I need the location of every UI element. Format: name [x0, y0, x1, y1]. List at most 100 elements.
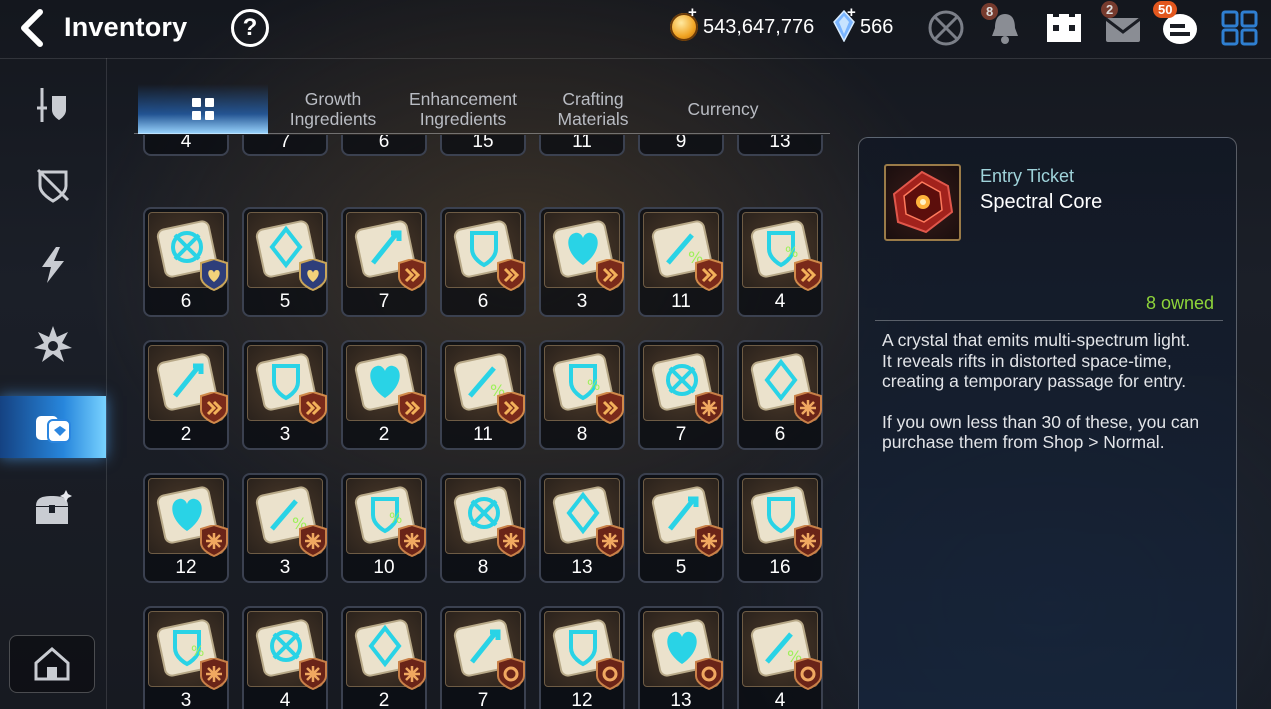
selected-item-image: [884, 164, 961, 241]
item-count: 11: [572, 135, 592, 152]
grade-badge-icon: [596, 525, 624, 557]
grade-badge-icon: [695, 658, 723, 690]
inventory-slot[interactable]: 4: [143, 135, 229, 156]
item-detail-panel: Entry Ticket Spectral Core 8 owned A cry…: [858, 137, 1237, 709]
inventory-slot[interactable]: 6: [737, 340, 823, 450]
inventory-slot[interactable]: % 4: [737, 606, 823, 709]
inventory-slot[interactable]: 13: [737, 135, 823, 156]
inventory-slot[interactable]: 8: [440, 473, 526, 583]
main-menu-button[interactable]: [1220, 8, 1262, 48]
grade-badge-icon: [398, 658, 426, 690]
inventory-slot[interactable]: 5: [638, 473, 724, 583]
inventory-slot[interactable]: % 10: [341, 473, 427, 583]
item-count: 16: [769, 557, 791, 578]
inventory-slot[interactable]: 16: [737, 473, 823, 583]
top-bar: Inventory ? + 543,647,776 + 566 8 2 50: [0, 0, 1271, 58]
mail-button[interactable]: 2: [1101, 1, 1144, 48]
sidebar-item-equipment[interactable]: [0, 74, 106, 136]
grade-badge-icon: [200, 525, 228, 557]
chat-button[interactable]: 50: [1153, 1, 1202, 48]
item-count: 3: [279, 424, 291, 445]
inventory-slot[interactable]: 15: [440, 135, 526, 156]
detail-divider: [875, 320, 1223, 321]
notification-button[interactable]: 8: [981, 3, 1026, 48]
grade-badge-icon: [794, 525, 822, 557]
inventory-slot[interactable]: % 11: [638, 207, 724, 317]
sidebar-item-materials[interactable]: [0, 396, 106, 458]
inventory-slot[interactable]: 7: [440, 606, 526, 709]
page-title: Inventory: [64, 12, 188, 42]
item-count: 3: [279, 557, 291, 578]
inventory-slot[interactable]: 2: [143, 340, 229, 450]
sidebar-item-skills[interactable]: [0, 234, 106, 296]
chat-badge: 50: [1153, 1, 1178, 18]
grade-badge-icon: [695, 392, 723, 424]
sidebar-item-chests[interactable]: [0, 478, 106, 540]
item-count: 6: [180, 291, 192, 312]
grade-badge-icon: [497, 525, 525, 557]
inventory-slot[interactable]: 6: [341, 135, 427, 156]
item-count: 11: [671, 291, 691, 312]
inventory-slot[interactable]: 6: [440, 207, 526, 317]
tab-crafting-materials[interactable]: Crafting Materials: [528, 84, 658, 134]
tab-currency[interactable]: Currency: [658, 84, 788, 134]
grade-badge-icon: [596, 658, 624, 690]
add-gem-icon[interactable]: +: [847, 4, 856, 21]
back-button[interactable]: [14, 8, 54, 48]
inventory-slot[interactable]: 2: [341, 606, 427, 709]
inventory-slot[interactable]: 7: [638, 340, 724, 450]
item-count: 4: [774, 690, 786, 709]
inventory-slot[interactable]: 5: [242, 207, 328, 317]
sidebar-divider: [106, 58, 107, 709]
guild-button[interactable]: [1043, 8, 1085, 48]
inventory-slot[interactable]: 11: [539, 135, 625, 156]
combat-toggle-button[interactable]: [925, 8, 967, 48]
inventory-slot[interactable]: 2: [341, 340, 427, 450]
inventory-slot[interactable]: 4: [242, 606, 328, 709]
inventory-slot[interactable]: % 8: [539, 340, 625, 450]
inventory-slot[interactable]: % 3: [143, 606, 229, 709]
castle-icon: [1047, 14, 1081, 42]
inventory-slot[interactable]: 3: [242, 340, 328, 450]
inventory-slot[interactable]: 9: [638, 135, 724, 156]
sidebar-item-artifacts[interactable]: [0, 154, 106, 216]
item-count: 2: [378, 690, 390, 709]
grade-badge-icon: [794, 658, 822, 690]
grid-icon: [192, 98, 214, 120]
grade-badge-icon: [200, 658, 228, 690]
home-button[interactable]: [9, 635, 95, 693]
inventory-slot[interactable]: 12: [539, 606, 625, 709]
inventory-slot[interactable]: 7: [341, 207, 427, 317]
inventory-slot[interactable]: % 11: [440, 340, 526, 450]
inventory-slot[interactable]: % 4: [737, 207, 823, 317]
item-count: 2: [180, 424, 192, 445]
grade-badge-icon: [794, 392, 822, 424]
item-description: A crystal that emits multi-spectrum ligh…: [882, 330, 1227, 453]
help-button[interactable]: ?: [231, 9, 269, 47]
tab-enhancement-ingredients[interactable]: Enhancement Ingredients: [398, 84, 528, 134]
shield-off-icon: [36, 168, 70, 203]
grade-badge-icon: [695, 525, 723, 557]
item-count: 7: [477, 690, 489, 709]
inventory-slot[interactable]: 7: [242, 135, 328, 156]
add-gold-icon[interactable]: +: [688, 4, 697, 21]
inventory-slot[interactable]: % 3: [242, 473, 328, 583]
inventory-slot[interactable]: 6: [143, 207, 229, 317]
item-count: 6: [774, 424, 786, 445]
tabs-divider: [134, 133, 830, 134]
item-count: 7: [378, 291, 390, 312]
grade-badge-icon: [398, 392, 426, 424]
tab-growth-ingredients[interactable]: Growth Ingredients: [268, 84, 398, 134]
menu-grid-icon: [1221, 10, 1258, 46]
inventory-slot[interactable]: 13: [638, 606, 724, 709]
item-count: 8: [576, 424, 588, 445]
inventory-slot[interactable]: 13: [539, 473, 625, 583]
grade-badge-icon: [299, 392, 327, 424]
inventory-slot[interactable]: 3: [539, 207, 625, 317]
inventory-slot[interactable]: 12: [143, 473, 229, 583]
tab-all[interactable]: [138, 84, 268, 134]
item-count: 5: [675, 557, 687, 578]
item-name: Spectral Core: [980, 191, 1103, 213]
grade-badge-icon: [794, 259, 822, 291]
sidebar-item-spirits[interactable]: [0, 314, 106, 376]
